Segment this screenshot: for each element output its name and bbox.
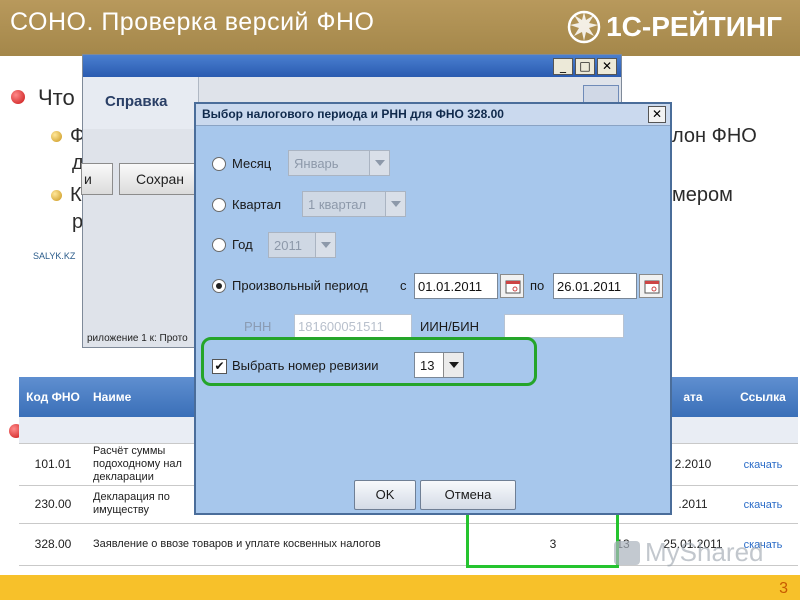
from-label: с <box>400 278 407 293</box>
bullet-icon <box>11 90 25 104</box>
save-button[interactable]: Сохран <box>119 163 199 195</box>
bullet-sub2-left: К <box>70 184 82 206</box>
header-link: Ссылка <box>728 377 798 417</box>
watermark: MyShared <box>645 537 764 567</box>
quarter-value: 1 квартал <box>308 197 367 212</box>
slide-header: СОНО. Проверка версий ФНО 1С-РЕЙТИНГ <box>0 0 800 56</box>
chevron-down-icon <box>315 233 335 257</box>
radio-year[interactable] <box>212 238 226 252</box>
annotation-line <box>466 515 469 567</box>
date-to-calendar-button[interactable] <box>639 274 663 298</box>
rnn-input[interactable]: 181600051511 <box>294 314 412 338</box>
attachment-caption: риложение 1 к: Прото <box>87 333 188 344</box>
close-button[interactable]: ✕ <box>597 58 617 75</box>
cell-code: 328.00 <box>19 523 87 566</box>
quarter-select[interactable]: 1 квартал <box>302 191 406 217</box>
download-link[interactable]: скачать <box>744 499 783 511</box>
cell-name: Заявление о ввозе товаров и уплате косве… <box>87 523 518 566</box>
menu-help[interactable]: Справка <box>83 77 199 129</box>
dialog-title: Выбор налогового периода и РНН для ФНО 3… <box>202 107 504 121</box>
logo-mark-icon <box>567 10 601 44</box>
cell-col3: 3 <box>518 523 588 566</box>
radio-custom-period[interactable] <box>212 279 226 293</box>
month-select[interactable]: Январь <box>288 150 390 176</box>
iin-label: ИИН/БИН <box>420 319 479 334</box>
toolbar-button[interactable]: и <box>81 163 113 195</box>
cell-code: 230.00 <box>19 485 87 524</box>
date-to-input[interactable]: 26.01.2011 <box>553 273 637 299</box>
date-from-calendar-button[interactable] <box>500 274 524 298</box>
bullet-sub1-right: лон ФНО <box>672 125 757 147</box>
calendar-icon <box>505 280 521 294</box>
chevron-down-icon <box>369 151 389 175</box>
year-select[interactable]: 2011 <box>268 232 336 258</box>
date-from-input[interactable]: 01.01.2011 <box>414 273 498 299</box>
maximize-button[interactable]: □ <box>575 58 595 75</box>
logo-text: 1С-РЕЙТИНГ <box>606 11 782 42</box>
header-code: Код ФНО <box>19 377 87 417</box>
page-number: 3 <box>779 580 788 597</box>
bullet-icon <box>51 190 62 201</box>
month-label: Месяц <box>232 156 272 171</box>
calendar-icon <box>644 280 660 294</box>
quarter-label: Квартал <box>232 197 282 212</box>
revision-highlight <box>201 337 537 386</box>
iin-input[interactable] <box>504 314 624 338</box>
dialog-titlebar[interactable]: Выбор налогового периода и РНН для ФНО 3… <box>196 104 670 126</box>
chart-icon <box>614 541 640 565</box>
radio-month[interactable] <box>212 157 226 171</box>
chevron-down-icon <box>385 192 405 216</box>
rnn-label: РНН <box>244 319 272 334</box>
year-label: Год <box>232 237 253 252</box>
month-value: Январь <box>294 156 339 171</box>
cell-code: 101.01 <box>19 443 87 486</box>
cancel-button[interactable]: Отмена <box>420 480 516 510</box>
annotation-line <box>466 565 618 568</box>
ok-button[interactable]: OK <box>354 480 416 510</box>
tax-period-dialog: Выбор налогового периода и РНН для ФНО 3… <box>194 102 672 515</box>
site-label: SALYK.KZ <box>33 251 76 261</box>
background-window-titlebar: _ □ ✕ <box>83 55 621 77</box>
bullet-main-text: Что <box>38 85 75 110</box>
slide-title: СОНО. Проверка версий ФНО <box>10 8 375 36</box>
year-value: 2011 <box>274 238 302 253</box>
close-icon[interactable]: ✕ <box>648 106 666 123</box>
bullet-sub2-right: мером <box>672 184 733 206</box>
radio-quarter[interactable] <box>212 198 226 212</box>
logo: 1С-РЕЙТИНГ <box>564 2 782 52</box>
custom-period-label: Произвольный период <box>232 278 368 293</box>
to-label: по <box>530 278 545 293</box>
download-link[interactable]: скачать <box>744 459 783 471</box>
menu-help-label: Справка <box>105 93 168 110</box>
slide-footer: 3 <box>0 575 800 600</box>
bullet-icon <box>51 131 62 142</box>
minimize-button[interactable]: _ <box>553 58 573 75</box>
